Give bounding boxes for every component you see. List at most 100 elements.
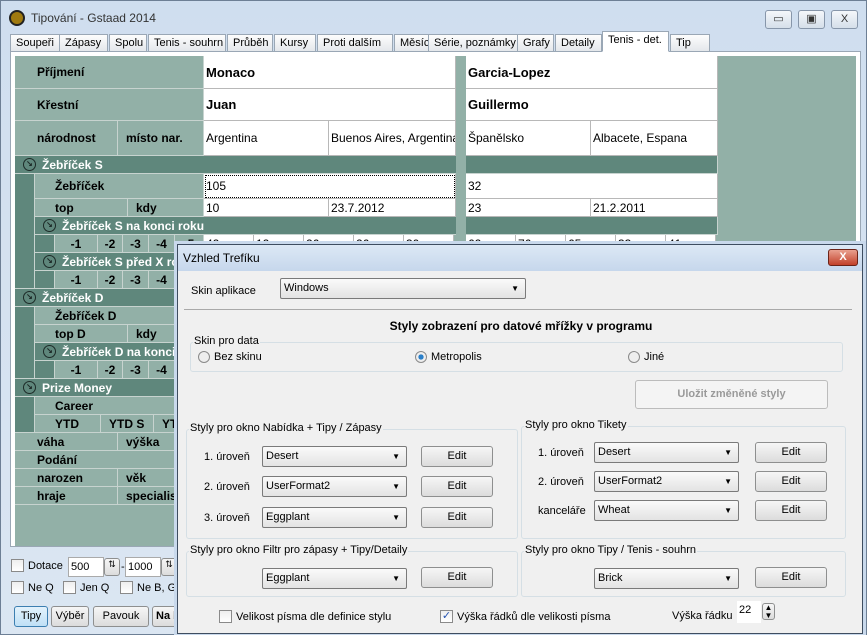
row-height-spinner[interactable]: ▲ ▼ [762, 603, 775, 620]
g1-edit-button-1[interactable]: Edit [421, 476, 493, 497]
g2-label-2: kanceláře [538, 505, 586, 517]
g1-edit-button-0[interactable]: Edit [421, 446, 493, 467]
g1-label-1: 2. úroveň [204, 481, 250, 493]
g1-label-0: 1. úroveň [204, 451, 250, 463]
dotace-checkbox[interactable] [11, 559, 24, 572]
p1-nationality[interactable]: Argentina [204, 121, 329, 156]
g2-select-0[interactable]: Desert [594, 442, 739, 463]
indent [35, 235, 55, 253]
row-height-font-checkbox[interactable]: ✓ [440, 610, 453, 623]
dotace-label: Dotace [28, 559, 63, 572]
radio-bez-skinu[interactable]: Bez skinu [198, 351, 262, 364]
font-size-checkbox[interactable] [219, 610, 232, 623]
collapse-icon[interactable]: ↘ [23, 291, 36, 304]
p2-birthplace[interactable]: Albacete, Espana [591, 121, 718, 156]
g4-edit-button[interactable]: Edit [755, 567, 827, 588]
radio-jine[interactable]: Jiné [628, 351, 664, 364]
p1-surname[interactable]: Monaco [204, 56, 456, 89]
tab-12[interactable]: Tip [670, 34, 710, 52]
p2-first[interactable]: Guillermo [466, 89, 718, 121]
skin-data-label: Skin pro data [193, 335, 260, 347]
row-height-input[interactable]: 22 [737, 601, 761, 623]
collapse-icon[interactable]: ↘ [43, 255, 56, 268]
jen-q-label: Jen Q [80, 581, 110, 594]
collapse-icon[interactable]: ↘ [43, 219, 56, 232]
tab-3[interactable]: Tenis - souhrn [148, 34, 226, 52]
skin-app-select[interactable]: Windows [280, 278, 526, 299]
collapse-icon[interactable]: ↘ [23, 381, 36, 394]
label-zebricek: Žebříček [35, 174, 204, 199]
g4-select[interactable]: Brick [594, 568, 739, 589]
g1-select-0[interactable]: Desert [262, 446, 407, 467]
tab-8[interactable]: Série, poznámky [428, 34, 518, 52]
p1-top[interactable]: 10 [204, 199, 329, 217]
g1-label-2: 3. úroveň [204, 512, 250, 524]
collapse-icon[interactable]: ↘ [43, 345, 56, 358]
label-narodnost: národnost [15, 121, 118, 156]
tab-2[interactable]: Spolu [109, 34, 147, 52]
p2-surname[interactable]: Garcia-Lopez [466, 56, 718, 89]
g2-edit-button-2[interactable]: Edit [755, 500, 827, 521]
tab-9[interactable]: Grafy [517, 34, 554, 52]
g1-select-1[interactable]: UserFormat2 [262, 476, 407, 497]
save-styles-button[interactable]: Uložit změněné styly [635, 380, 828, 409]
ne-bg-checkbox[interactable] [120, 581, 133, 594]
p2-nationality[interactable]: Španělsko [466, 121, 591, 156]
group-tikety-title: Styly pro okno Tikety [524, 419, 628, 431]
s-pred-year-1: -2 [98, 271, 123, 289]
g1-select-2[interactable]: Eggplant [262, 507, 407, 528]
group-nabidka-title: Styly pro okno Nabídka + Tipy / Zápasy [189, 422, 383, 434]
close-button[interactable]: X [831, 10, 858, 29]
maximize-button[interactable]: ▣ [798, 10, 825, 29]
dotace-to-input[interactable]: 1000 [125, 557, 161, 577]
group-filtr-title: Styly pro okno Filtr pro zápasy + Tipy/D… [189, 544, 409, 556]
dotace-from-input[interactable]: 500 [68, 557, 104, 577]
dotace-filter: Dotace [11, 559, 63, 572]
tab-4[interactable]: Průběh [227, 34, 273, 52]
g2-edit-button-0[interactable]: Edit [755, 442, 827, 463]
dotace-from-spinner[interactable]: ⇅ [104, 558, 120, 576]
ne-q-checkbox[interactable] [11, 581, 24, 594]
collapse-icon[interactable]: ↘ [23, 158, 36, 171]
p2-top[interactable]: 23 [466, 199, 591, 217]
tab-6[interactable]: Proti dalším [317, 34, 393, 52]
s-konec-year-2: -3 [123, 235, 149, 253]
p1-birthplace[interactable]: Buenos Aires, Argentina [329, 121, 456, 156]
label-misto: místo nar. [118, 121, 204, 156]
label-ytds: YTD S [101, 415, 154, 433]
d-konec-year-0: -1 [55, 361, 98, 379]
g2-select-2[interactable]: Wheat [594, 500, 739, 521]
g2-edit-button-1[interactable]: Edit [755, 471, 827, 492]
tab-10[interactable]: Detaily [555, 34, 602, 52]
p2-rank[interactable]: 32 [466, 174, 718, 199]
g3-select[interactable]: Eggplant [262, 568, 407, 589]
dotace-to-spinner[interactable]: ⇅ [161, 558, 177, 576]
dialog-close-button[interactable]: X [828, 249, 858, 266]
p1-rank[interactable]: 105 [204, 174, 456, 199]
g2-select-1[interactable]: UserFormat2 [594, 471, 739, 492]
tab-5[interactable]: Kursy [274, 34, 316, 52]
d-konec-year-3: -4 [149, 361, 175, 379]
vyber-button[interactable]: Výběr [51, 606, 89, 627]
g3-edit-button[interactable]: Edit [421, 567, 493, 588]
grid-styles-heading: Styly zobrazení pro datové mřížky v prog… [389, 319, 653, 333]
tab-11[interactable]: Tenis - det. [602, 31, 669, 52]
p1-first[interactable]: Juan [204, 89, 456, 121]
s-konec-year-3: -4 [149, 235, 175, 253]
radio-metropolis[interactable]: Metropolis [415, 351, 482, 364]
p2-top-date[interactable]: 21.2.2011 [591, 199, 718, 217]
tipy-button[interactable]: Tipy [14, 606, 48, 627]
d-konec-year-2: -3 [123, 361, 149, 379]
jen-q-checkbox[interactable] [63, 581, 76, 594]
minimize-button[interactable]: ▭ [765, 10, 792, 29]
tab-0[interactable]: Soupeři [10, 34, 63, 52]
tab-1[interactable]: Zápasy [59, 34, 108, 52]
p1-top-date[interactable]: 23.7.2012 [329, 199, 456, 217]
divider [184, 309, 852, 310]
label-krestni: Křestní [15, 89, 204, 121]
g1-edit-button-2[interactable]: Edit [421, 507, 493, 528]
ne-bg-label: Ne B, G [137, 581, 177, 594]
vzhled-dialog: Vzhled Trefíku X Skin aplikace Windows S… [177, 244, 863, 634]
window-title: Tipování - Gstaad 2014 [31, 11, 156, 25]
pavouk-button[interactable]: Pavouk [93, 606, 149, 627]
